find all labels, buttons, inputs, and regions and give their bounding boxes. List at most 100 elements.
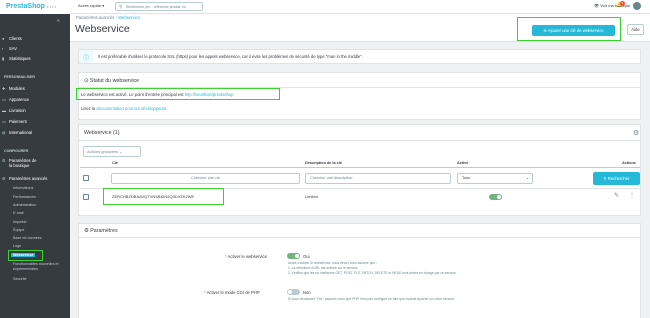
select-all-checkbox[interactable] [83,175,89,181]
sidebar-subitem-logs[interactable]: Logs [13,244,21,248]
sidebar-item-modules[interactable]: ✚ Modules [2,86,25,91]
sidebar-item-label: Clients [9,36,22,41]
card-icon: ▭ [2,119,6,124]
list-card-title: Webservice (1) [84,130,120,136]
help-button[interactable]: Aide [627,24,644,35]
settings-card-title: ⚙ Paramètres [84,228,118,234]
sidebar-item-parametres-boutique[interactable]: ⚙ Paramètres de la boutique [2,158,36,168]
notification-count-badge: 3 [620,1,625,6]
chat-icon: ▪ [2,46,4,51]
cgi-mode-toggle[interactable] [287,289,300,295]
sidebar-item-international[interactable]: ◍ International [2,130,32,135]
status-active-text: Le webservice est activé. Le point d'ent… [81,92,234,97]
column-header-description[interactable]: Description de la clé [305,161,342,165]
edit-pencil-icon[interactable]: ✎ [614,192,619,199]
column-header-key[interactable]: Clé [112,161,118,165]
page-title: Webservice [75,23,130,35]
cgi-mode-label: * Activer le mode CGI de PHP [204,290,260,295]
sidebar-subitem-importer[interactable]: Importer [13,220,27,224]
search-button[interactable]: ⚲ Rechercher [593,172,640,185]
search-placeholder: Rechercher (ex. : référence produit, no [126,5,187,9]
sidebar: PrestaShop 1.7.7.1 « ● Clients ▪ SAV ▮ Stat… [0,0,70,318]
column-header-actions: Actions [622,161,636,165]
gear-icon[interactable]: ⚙ [633,129,639,137]
cgi-mode-label-text: Activer le mode CGI de PHP [206,290,260,295]
logo-area: PrestaShop 1.7.7.1 [0,0,70,14]
sidebar-item-statistiques[interactable]: ▮ Statistiques [2,56,31,61]
divider [78,237,641,238]
search-button-label: Rechercher [607,176,630,181]
account-icon: ● [2,36,5,41]
search-icon: ⚲ [119,4,123,9]
toggle-knob [295,254,299,258]
column-header-enabled[interactable]: Activé [457,161,468,165]
ssl-info-alert: ⓘ Il est préférable d'utiliser le protoc… [78,49,641,64]
row-checkbox[interactable] [83,194,89,200]
sidebar-subitem-administration[interactable]: Administration [13,203,36,207]
sidebar-subitem-webservice[interactable]: Webservice [11,253,36,257]
sidebar-subitem-informations[interactable]: Informations [13,186,33,190]
filter-enabled-value: Tous [462,176,471,180]
sidebar-subitem-equipe[interactable]: Équipe [13,228,24,232]
sidebar-item-clients[interactable]: ● Clients [2,36,22,41]
sidebar-item-parametres-avances[interactable]: ⚙ Paramètres avancés [2,176,47,181]
sidebar-subitem-email[interactable]: E-mail [13,211,23,215]
filter-enabled-select[interactable]: Tous ⌄ [457,173,533,184]
sidebar-item-apparence[interactable]: ▭ Apparence [2,97,29,102]
cgi-mode-value: Non [303,290,311,295]
sidebar-subitem-securite[interactable]: Sécurité [13,277,27,281]
breadcrumb: Paramètres avancés › Webservice [76,15,140,20]
sidebar-subitem-performances[interactable]: Performances [13,195,36,199]
settings-title-text: Paramètres [90,228,118,234]
sidebar-item-label: SAV [9,46,18,51]
breadcrumb-current[interactable]: Webservice [118,15,140,20]
bulk-actions-dropdown[interactable]: Actions groupées ⌄ [83,146,141,157]
toggle-knob [288,290,292,294]
enable-webservice-toggle[interactable] [287,253,300,259]
sidebar-subitem-fonctionnalites[interactable]: Fonctionnalités nouvelles et expérimental… [13,262,59,272]
search-input[interactable]: ⚲ Rechercher (ex. : référence produit, n… [115,2,203,11]
sidebar-item-label: Modules [9,86,25,91]
enable-webservice-value: Oui [303,254,310,259]
gear-icon: ⚙ [2,158,6,163]
toggle-knob [497,195,501,199]
add-key-label: Ajouter une clé de webservice [547,28,604,33]
header-divider [80,167,640,168]
sidebar-item-sav[interactable]: ▪ SAV [2,46,17,51]
truck-icon: ▬ [2,108,6,113]
sidebar-item-livraison[interactable]: ▬ Livraison [2,108,26,113]
sidebar-item-label: International [9,130,33,135]
row-description: Limited [305,194,318,199]
chevron-down-icon: ⌄ [119,149,123,154]
alert-text: Il est préférable d'utiliser le protocol… [98,54,364,59]
breadcrumb-parent[interactable]: Paramètres avancés [76,15,114,20]
filter-description-input[interactable]: Chercher une description [305,173,451,184]
app-root: Accès rapide ▾ ⚲ Rechercher (ex. : référ… [0,0,650,318]
divider [78,87,641,88]
logo-text: PrestaShop [6,3,45,10]
enable-help-line-3: 2. Vérifiez que les six méthodes GET, PO… [288,271,457,275]
sidebar-item-label: Statistiques [9,56,31,61]
avatar[interactable] [633,2,641,10]
filter-key-input[interactable]: Chercher une clé [111,173,300,184]
collapse-sidebar-icon[interactable]: « [57,18,60,24]
enable-webservice-label: * Activer le webservice [225,254,267,259]
developer-docs-link[interactable]: documentation pour les développeurs. [96,106,167,111]
sidebar-subitem-base-de-donnees[interactable]: Base de données [13,236,42,240]
status-card-title: ⊙ Statut du webservice [84,78,139,84]
entry-point-link[interactable]: http://localhost/prestashop [185,92,234,97]
add-webservice-key-button[interactable]: ⊕ Ajouter une clé de webservice [532,25,615,36]
cgi-help-text: Si vous choisissez "Oui", assurez-vous q… [288,297,455,301]
row-enabled-toggle[interactable] [489,194,502,200]
sidebar-item-label: Paramètres avancés [9,176,48,181]
logo[interactable]: PrestaShop 1.7.7.1 [6,3,56,10]
sidebar-item-paiement[interactable]: ▭ Paiement [2,119,27,124]
puzzle-icon: ✚ [2,86,6,91]
row-key: ZERCHBZDBAAVQTVNSBKIN2Q3DXZK2WE [112,194,195,199]
globe-icon: ◍ [2,130,6,135]
more-actions-icon[interactable]: ⋮ [629,192,635,199]
sidebar-item-label: Paiement [9,119,27,124]
quick-access-dropdown[interactable]: Accès rapide ▾ [78,3,104,8]
chevron-down-icon: ⌄ [525,176,529,180]
sidebar-section-personnaliser: PERSONNALISER [4,75,35,79]
